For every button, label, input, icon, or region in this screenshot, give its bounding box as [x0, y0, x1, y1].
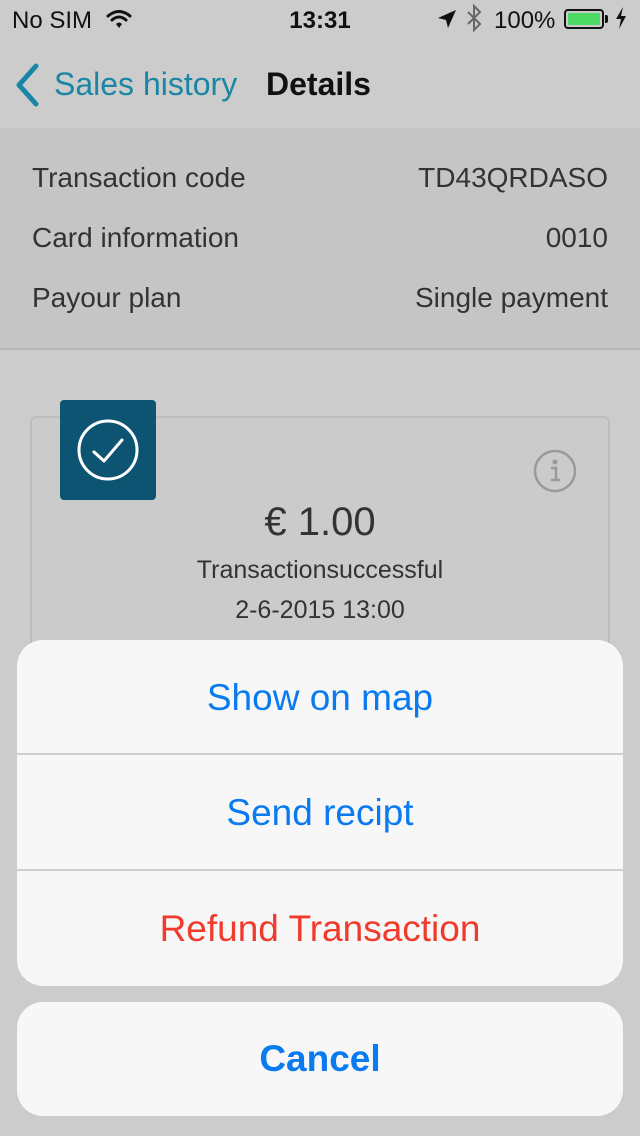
transaction-amount: € 1.00: [264, 500, 376, 544]
card-information-label: Card information: [32, 222, 239, 253]
transaction-status: Transactionsuccessful: [196, 556, 444, 584]
chevron-left-icon[interactable]: [14, 62, 40, 113]
transaction-code-label: Transaction code: [32, 162, 246, 193]
card-information-value: 0010: [545, 222, 608, 253]
bluetooth-icon: [466, 3, 482, 39]
info-icon[interactable]: [532, 448, 578, 499]
charging-bolt-icon: [614, 6, 628, 36]
battery-percent: 100%: [494, 7, 556, 34]
payout-plan-value: Single payment: [414, 282, 608, 313]
checkmark-circle-icon: [60, 400, 156, 500]
battery-icon: [564, 9, 604, 29]
battery-tip: [605, 15, 608, 23]
location-arrow-icon: [436, 8, 458, 37]
navigation-bar: Sales history Details: [0, 40, 640, 128]
transaction-date: 2-6-2015 13:00: [235, 596, 405, 624]
payout-plan-label: Payour plan: [32, 282, 182, 313]
page-title: Details: [266, 66, 371, 102]
transaction-details: Transaction code TD43QRDASO Card informa…: [0, 128, 640, 350]
transaction-code-value: TD43QRDASO: [418, 162, 608, 193]
refund-transaction-button[interactable]: Refund Transaction: [17, 871, 623, 986]
back-button[interactable]: Sales history: [54, 66, 237, 103]
status-bar: No SIM 13:31 100%: [0, 0, 640, 40]
cancel-button[interactable]: Cancel: [17, 1002, 623, 1116]
action-sheet: Show on map Send recipt Refund Transacti…: [17, 640, 623, 986]
show-on-map-button[interactable]: Show on map: [17, 640, 623, 755]
send-receipt-button[interactable]: Send recipt: [17, 755, 623, 870]
